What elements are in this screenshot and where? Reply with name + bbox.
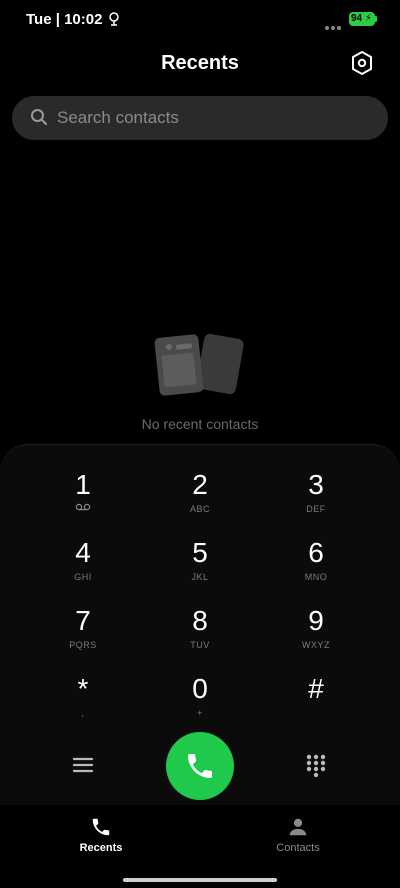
key-letters: , bbox=[81, 708, 85, 718]
key-digit: 8 bbox=[192, 605, 208, 636]
key-digit: 4 bbox=[75, 537, 91, 568]
dial-key-9[interactable]: 9 WXYZ bbox=[266, 606, 366, 666]
dial-key-3[interactable]: 3 DEF bbox=[266, 470, 366, 530]
nav-tab-contacts[interactable]: Contacts bbox=[238, 816, 358, 854]
home-indicator[interactable] bbox=[123, 878, 277, 882]
key-digit: 6 bbox=[308, 537, 324, 568]
battery-icon: 94 ⚡ bbox=[349, 12, 377, 26]
person-icon bbox=[289, 818, 307, 836]
menu-icon[interactable] bbox=[70, 752, 96, 778]
dial-key-5[interactable]: 5 JKL bbox=[150, 538, 250, 598]
search-icon bbox=[31, 109, 47, 125]
key-letters: PQRS bbox=[69, 640, 97, 650]
dial-key-2[interactable]: 2 ABC bbox=[150, 470, 250, 530]
key-digit: 7 bbox=[75, 605, 91, 636]
signal-dots-icon bbox=[325, 17, 345, 30]
phone-icon bbox=[188, 754, 212, 778]
empty-contacts-illustration bbox=[154, 333, 244, 396]
key-letters: ABC bbox=[189, 504, 210, 514]
dial-key-6[interactable]: 6 MNO bbox=[266, 538, 366, 598]
key-digit: * bbox=[77, 673, 89, 704]
page-title: Recents bbox=[161, 52, 239, 74]
dial-key-8[interactable]: 8 TUV bbox=[150, 606, 250, 666]
nav-label-contacts: Contacts bbox=[276, 842, 320, 854]
key-letters: JKL bbox=[191, 572, 209, 582]
search-placeholder: Search contacts bbox=[57, 108, 179, 127]
voicemail-icon bbox=[75, 503, 91, 511]
bottom-navigation: Recents Contacts bbox=[0, 808, 400, 868]
battery-level: 94 bbox=[351, 13, 363, 24]
nav-label-recents: Recents bbox=[79, 842, 123, 854]
key-letters: MNO bbox=[304, 572, 328, 582]
dial-key-7[interactable]: 7 PQRS bbox=[33, 606, 133, 666]
dial-key-1[interactable]: 1 bbox=[33, 470, 133, 530]
status-time: Tue | 10:02 bbox=[26, 11, 103, 28]
search-input[interactable]: Search contacts bbox=[12, 96, 388, 140]
key-digit: 9 bbox=[308, 605, 324, 636]
key-letters: TUV bbox=[190, 640, 210, 650]
status-bar: Tue | 10:02 94 ⚡ bbox=[0, 0, 400, 40]
dial-key-4[interactable]: 4 GHI bbox=[33, 538, 133, 598]
dialpad-grid-icon[interactable] bbox=[303, 752, 329, 778]
call-button[interactable] bbox=[166, 732, 234, 800]
nav-tab-recents[interactable]: Recents bbox=[41, 816, 161, 854]
key-letters: DEF bbox=[306, 504, 326, 514]
key-digit: 3 bbox=[308, 469, 324, 500]
alarm-icon bbox=[109, 12, 119, 26]
charging-bolt-icon: ⚡ bbox=[364, 13, 372, 24]
key-digit: 0 bbox=[192, 673, 208, 704]
key-letters: WXYZ bbox=[302, 640, 330, 650]
dial-key-0[interactable]: 0 + bbox=[150, 674, 250, 734]
key-digit: # bbox=[308, 673, 324, 704]
key-letters: GHI bbox=[74, 572, 92, 582]
key-digit: 1 bbox=[75, 469, 91, 500]
dial-key-star[interactable]: * , bbox=[33, 674, 133, 734]
settings-hexagon-icon[interactable] bbox=[350, 50, 374, 76]
phone-recents-icon bbox=[92, 818, 110, 836]
key-digit: 2 bbox=[192, 469, 208, 500]
empty-state-message: No recent contacts bbox=[141, 416, 259, 432]
key-letters: + bbox=[197, 708, 203, 718]
key-digit: 5 bbox=[192, 537, 208, 568]
dial-key-hash[interactable]: # bbox=[266, 674, 366, 734]
